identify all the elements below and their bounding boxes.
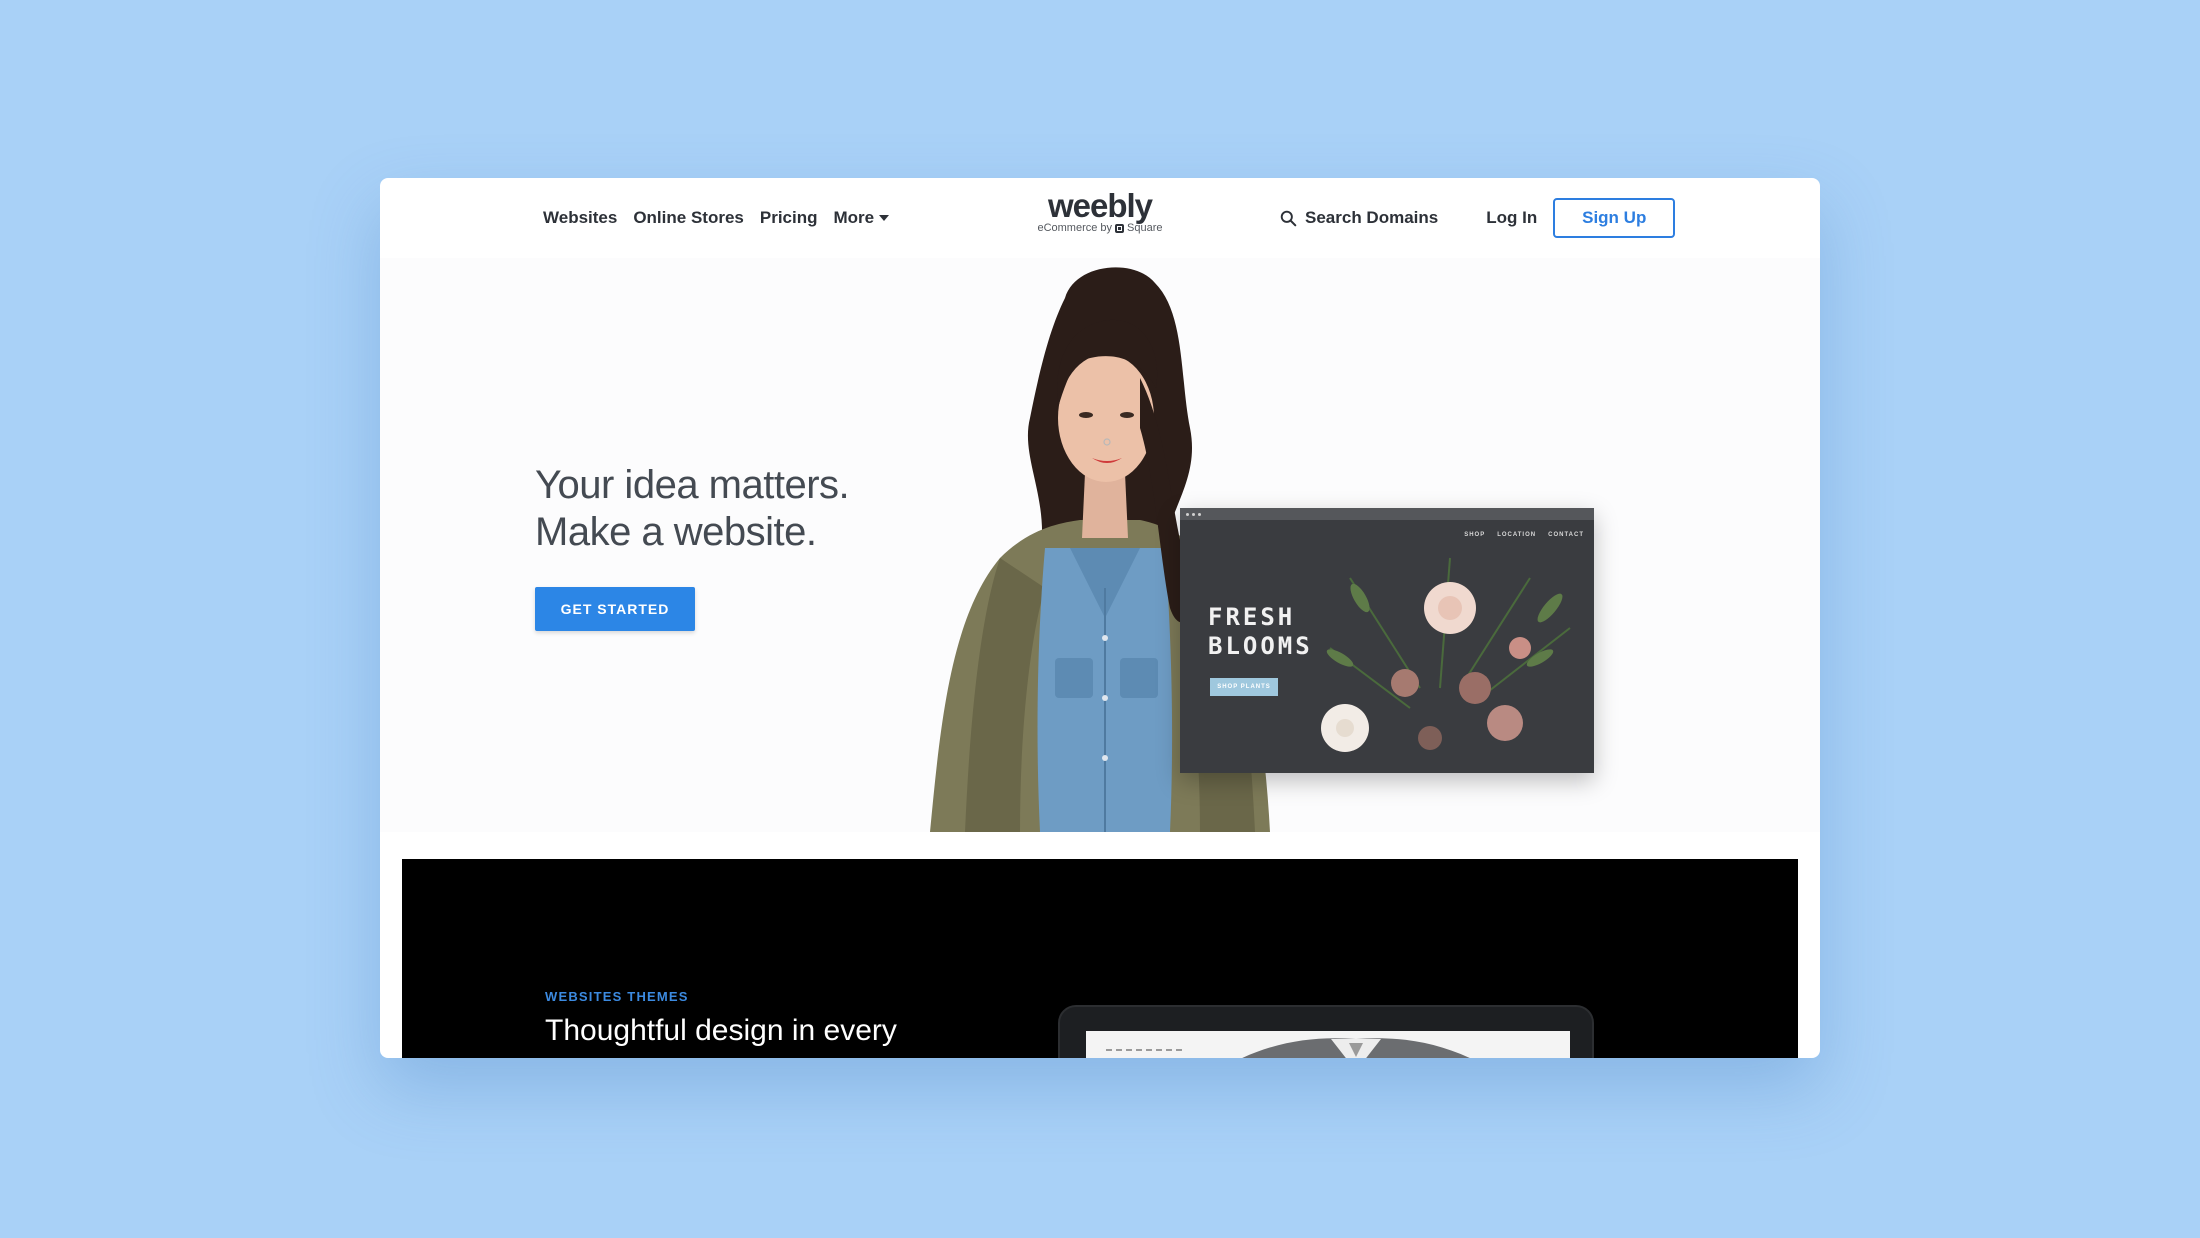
window-dot-icon (1192, 512, 1195, 516)
mockup-title: FRESH BLOOMS (1208, 603, 1313, 661)
nav-link-label: Online Stores (633, 208, 744, 227)
login-link[interactable]: Log In (1486, 208, 1537, 228)
website-preview-mockup: SHOP LOCATION CONTACT FRESH BLOOMS SHOP … (1180, 508, 1594, 773)
search-domains-link[interactable]: Search Domains (1280, 208, 1438, 228)
mockup-title-line1: FRESH (1208, 603, 1296, 631)
mockup-nav-shop: SHOP (1464, 532, 1486, 538)
hero-headline-line1: Your idea matters. (535, 463, 850, 507)
search-icon (1280, 210, 1297, 226)
nav-link-websites[interactable]: Websites (543, 208, 617, 228)
mockup-titlebar (1180, 508, 1594, 520)
window-dot-icon (1186, 512, 1189, 516)
logo-tagline: eCommerce by Square (1030, 222, 1170, 234)
hero-headline: Your idea matters. Make a website. (535, 462, 850, 556)
themes-eyebrow: WEBSITES THEMES (545, 989, 689, 1004)
themes-title: Thoughtful design in every (545, 1014, 897, 1047)
logo-wordmark: weebly (1047, 187, 1153, 224)
primary-nav: Websites Online Stores Pricing More (543, 208, 905, 228)
nav-link-more[interactable]: More (833, 208, 890, 228)
secondary-nav: Search Domains Log In Sign Up (1280, 198, 1676, 238)
get-started-button[interactable]: GET STARTED (535, 587, 695, 631)
window-dot-icon (1198, 512, 1201, 516)
top-navigation: Websites Online Stores Pricing More weeb… (380, 178, 1820, 258)
themes-section: WEBSITES THEMES Thoughtful design in eve… (402, 859, 1798, 1058)
nav-link-pricing[interactable]: Pricing (760, 208, 818, 228)
mockup-nav-location: LOCATION (1497, 532, 1537, 538)
logo-tagline-brand: Square (1127, 222, 1163, 234)
device-screen (1086, 1031, 1570, 1058)
flower-bouquet-image (1321, 557, 1571, 752)
hero-headline-line2: Make a website. (535, 510, 817, 554)
mockup-shop-button: SHOP PLANTS (1210, 678, 1278, 696)
mockup-title-line2: BLOOMS (1208, 632, 1313, 660)
nav-link-label: More (833, 208, 875, 227)
chevron-down-icon (879, 215, 890, 221)
nav-link-online-stores[interactable]: Online Stores (633, 208, 744, 228)
search-domains-label: Search Domains (1305, 208, 1439, 227)
theme-preview-device (1058, 1005, 1594, 1058)
square-logo-icon (1115, 223, 1125, 233)
mockup-nav: SHOP LOCATION CONTACT (1464, 532, 1584, 538)
nav-link-label: Websites (543, 208, 618, 227)
browser-window: Websites Online Stores Pricing More weeb… (380, 178, 1820, 1058)
hero-section: Your idea matters. Make a website. GET S… (380, 258, 1820, 832)
signup-button[interactable]: Sign Up (1553, 198, 1676, 238)
logo-tagline-prefix: eCommerce by (1037, 222, 1113, 234)
suit-photo-image (1242, 1038, 1470, 1058)
weebly-logo[interactable]: weebly eCommerce by Square (1030, 187, 1170, 235)
device-nav-dots (1106, 1049, 1182, 1051)
nav-link-label: Pricing (759, 208, 818, 227)
mockup-nav-contact: CONTACT (1548, 532, 1584, 538)
